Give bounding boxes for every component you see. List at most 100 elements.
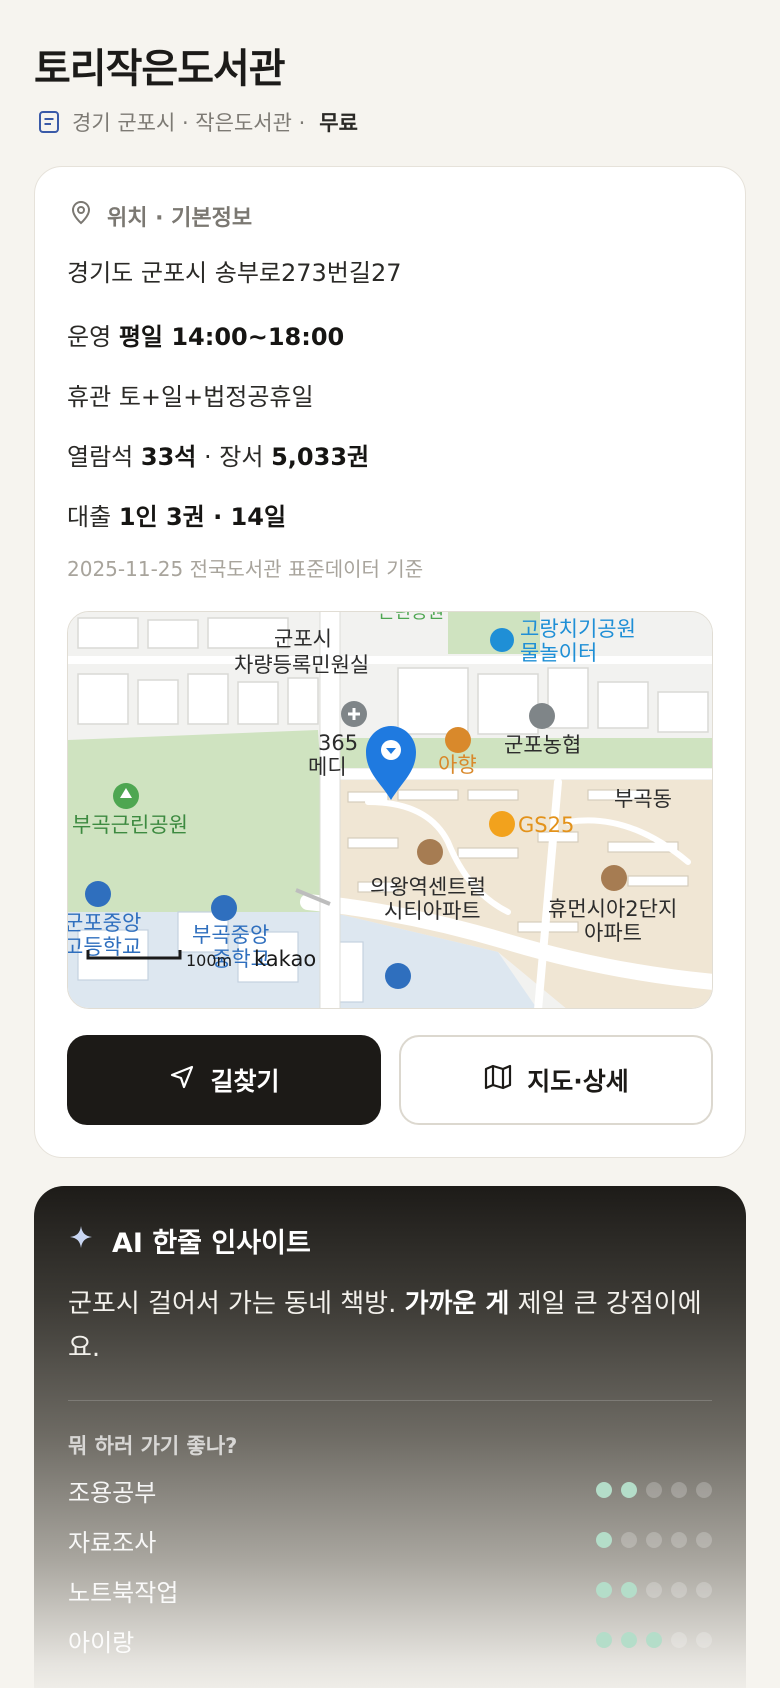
rating-dot-empty (696, 1482, 712, 1498)
activity-question: 뭐 하러 가기 좋나? (68, 1434, 238, 1458)
location-map[interactable]: 군포시 차량등록민원실 365 메디 원 군포농협 의왕역센트럴 시티아파트 휴… (67, 611, 713, 1009)
map-label-bank: 군포농협 (504, 733, 581, 757)
rating-dot-empty (696, 1532, 712, 1548)
rating-dot-empty (671, 1532, 687, 1548)
map-label-top-green: 근린공원 (378, 612, 444, 623)
activity-label: 아이랑 (68, 1628, 135, 1657)
rating-dot-empty (671, 1632, 687, 1648)
address-text: 경기도 군포시 송부로273번길27 (67, 259, 402, 287)
map-label-apt1: 의왕역센트럴 (370, 875, 486, 899)
hours-value: 평일 14:00~18:00 (118, 323, 345, 351)
directions-button[interactable]: 길찾기 (67, 1035, 381, 1125)
activity-row: 조용공부 (68, 1472, 712, 1508)
map-label-school1b: 고등학교 (68, 935, 141, 959)
map-detail-label: 지도·상세 (527, 1067, 629, 1096)
store-poi-icon (489, 811, 515, 837)
activity-rating (596, 1482, 712, 1498)
map-label-school2: 부곡중앙 (192, 923, 269, 947)
map-detail-button[interactable]: 지도·상세 (399, 1035, 713, 1125)
rating-dot-empty (671, 1482, 687, 1498)
separator-dot: · (204, 443, 212, 471)
seats-label: 열람석 (67, 443, 134, 471)
navigation-arrow-icon (168, 1063, 196, 1097)
directions-label: 길찾기 (210, 1067, 280, 1096)
map-label-hospital: 365 (318, 731, 358, 755)
rating-dot-empty (696, 1582, 712, 1598)
map-label-store: GS25 (518, 813, 574, 837)
ai-insight-title: AI 한줄 인사이트 (112, 1227, 311, 1259)
rating-dot-filled (621, 1582, 637, 1598)
meta-line: 경기 군포시 · 작은도서관 · 무료 (36, 106, 358, 138)
map-label-hospital2: 메디 (308, 755, 347, 779)
closed-row: 휴관 토+일+법정공휴일 (67, 377, 314, 412)
page-title: 토리작은도서관 (34, 46, 286, 92)
water-park-poi-icon (490, 628, 514, 652)
rating-dot-empty (646, 1532, 662, 1548)
sparkle-icon (68, 1224, 94, 1257)
school-poi-icon (85, 881, 111, 907)
rating-dot-filled (621, 1632, 637, 1648)
activity-rating (596, 1532, 712, 1548)
map-label-apt2b: 아파트 (584, 921, 642, 945)
rating-dot-filled (596, 1582, 612, 1598)
map-icon (483, 1063, 513, 1097)
map-canvas: 군포시 차량등록민원실 365 메디 원 군포농협 의왕역센트럴 시티아파트 휴… (68, 612, 712, 1008)
map-label-restaurant: 아향 (438, 753, 477, 777)
loan-label: 대출 (67, 503, 112, 531)
map-label-water-park2: 물놀이터 (520, 641, 597, 665)
map-label-office2: 차량등록민원실 (234, 653, 369, 677)
ai-divider (68, 1400, 712, 1401)
apartment-poi-icon (417, 839, 443, 865)
info-card: 위치 · 기본정보 경기도 군포시 송부로273번길27 운영 평일 14:00… (34, 166, 746, 1158)
data-source-note: 2025-11-25 전국도서관 표준데이터 기준 (67, 557, 424, 581)
ai-insight-text: 군포시 걸어서 가는 동네 책방. 가까운 게 제일 큰 강점이에요. (68, 1282, 708, 1370)
map-brand-label: kakao (254, 947, 316, 971)
fee-badge: 무료 (319, 111, 358, 135)
map-label-edge-right: 부곡동 (614, 787, 672, 811)
ai-text-bold: 가까운 게 (404, 1289, 510, 1319)
books-label: 장서 (219, 443, 264, 471)
activity-rating (596, 1582, 712, 1598)
info-section-label: 위치 · 기본정보 (107, 206, 253, 231)
apartment-poi-icon-2 (601, 865, 627, 891)
map-label-park: 부곡근린공원 (72, 813, 188, 837)
capacity-row: 열람석 33석 · 장서 5,033권 (67, 437, 369, 472)
rating-dot-empty (646, 1482, 662, 1498)
meta-region: 경기 군포시 · 작은도서관 · (72, 111, 306, 135)
ai-insight-header: AI 한줄 인사이트 (68, 1220, 311, 1260)
restaurant-poi-icon (445, 727, 471, 753)
activity-row: 노트북작업 (68, 1572, 712, 1608)
activity-label: 노트북작업 (68, 1578, 179, 1607)
rating-dot-empty (646, 1582, 662, 1598)
rating-dot-filled (621, 1482, 637, 1498)
map-label-water-park: 고랑치기공원 (520, 617, 636, 641)
school-poi-icon-3 (385, 963, 411, 989)
loan-value: 1인 3권 · 14일 (118, 503, 287, 531)
rating-dot-empty (621, 1532, 637, 1548)
ai-insight-card: AI 한줄 인사이트 군포시 걸어서 가는 동네 책방. 가까운 게 제일 큰 … (34, 1186, 746, 1688)
seats-value: 33석 (140, 443, 197, 471)
closed-label: 휴관 (67, 383, 112, 411)
activity-rating (596, 1632, 712, 1648)
map-label-apt1b: 시티아파트 (384, 899, 481, 923)
hours-label: 운영 (67, 323, 112, 351)
bank-poi-icon (529, 703, 555, 729)
location-pin-icon (69, 200, 93, 232)
rating-dot-filled (646, 1632, 662, 1648)
rating-dot-empty (671, 1582, 687, 1598)
map-label-school1: 군포중앙 (68, 911, 141, 935)
closed-value: 토+일+법정공휴일 (118, 383, 314, 411)
rating-dot-filled (596, 1632, 612, 1648)
activity-row: 아이랑 (68, 1622, 712, 1658)
rating-dot-filled (596, 1482, 612, 1498)
rating-dot-empty (696, 1632, 712, 1648)
map-scale-label: 100m (186, 951, 232, 970)
books-value: 5,033권 (271, 443, 370, 471)
loan-row: 대출 1인 3권 · 14일 (67, 497, 286, 532)
activity-label: 조용공부 (68, 1478, 157, 1507)
document-icon (36, 109, 62, 135)
activity-label: 자료조사 (68, 1528, 157, 1557)
school-poi-icon-2 (211, 895, 237, 921)
info-section-header: 위치 · 기본정보 (69, 199, 252, 233)
map-label-office: 군포시 (274, 627, 332, 651)
